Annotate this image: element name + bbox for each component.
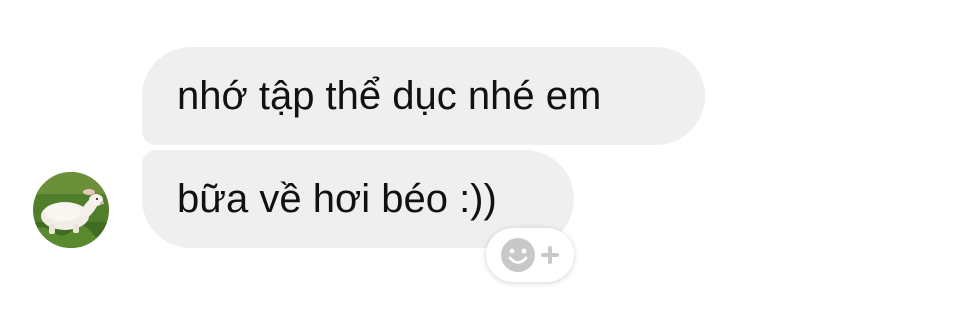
message-bubble[interactable]: nhớ tập thể dục nhé em [142, 47, 705, 145]
avatar[interactable] [33, 172, 109, 248]
add-reaction-button[interactable] [486, 228, 574, 282]
chat-thread: nhớ tập thể dục nhé em bữa về hơi béo :)… [0, 0, 962, 320]
goat-avatar-icon [33, 172, 109, 248]
message-text: nhớ tập thể dục nhé em [177, 74, 602, 118]
smiley-icon [501, 238, 535, 272]
plus-icon [541, 246, 559, 264]
message-text: bữa về hơi béo :)) [177, 177, 497, 221]
